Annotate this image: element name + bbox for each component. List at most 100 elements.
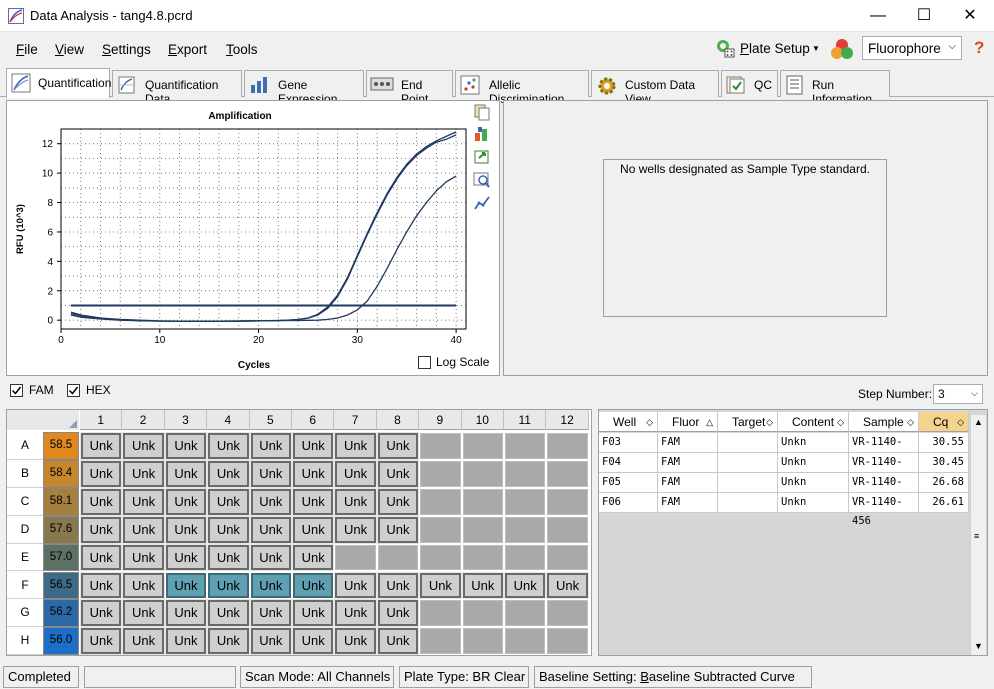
well[interactable]: Unk xyxy=(164,459,208,488)
row-header[interactable]: B xyxy=(7,459,43,488)
well[interactable]: Unk xyxy=(122,432,165,460)
menu-view[interactable]: View xyxy=(55,42,84,57)
well[interactable]: Unk xyxy=(546,571,589,600)
well-empty[interactable] xyxy=(505,488,546,515)
well-selected[interactable]: Unk xyxy=(293,572,334,599)
well[interactable]: Unk xyxy=(164,515,208,544)
tab-run-information[interactable]: Run Information xyxy=(780,70,890,106)
well-empty[interactable] xyxy=(505,544,546,571)
well[interactable]: Unk xyxy=(376,459,420,488)
well-empty[interactable] xyxy=(420,433,461,459)
tab-end-point[interactable]: End Point xyxy=(366,70,453,106)
well-selected[interactable]: Unk xyxy=(165,572,207,599)
zoom-chart-icon[interactable] xyxy=(473,171,491,189)
well[interactable]: Unk xyxy=(122,627,165,656)
column-header-fluor[interactable]: Fluor △ xyxy=(658,412,718,432)
well-empty[interactable] xyxy=(462,488,503,515)
table-cell-well[interactable]: F06 xyxy=(599,493,658,513)
well-empty[interactable] xyxy=(462,433,503,459)
well-empty[interactable] xyxy=(505,516,546,543)
tab-quantification-data[interactable]: Quantification Data xyxy=(112,70,242,106)
well-empty[interactable] xyxy=(420,488,461,515)
well[interactable]: Unk xyxy=(376,627,420,656)
well-empty[interactable] xyxy=(462,600,503,627)
well[interactable]: Unk xyxy=(291,543,335,572)
tab-custom-data-view[interactable]: Custom Data View xyxy=(591,70,719,106)
well[interactable]: Unk xyxy=(334,515,377,544)
well[interactable]: Unk xyxy=(164,599,208,628)
column-header-cq[interactable]: Cq ◇ xyxy=(919,412,969,432)
well-empty[interactable] xyxy=(547,544,588,571)
tab-qc[interactable]: QC xyxy=(721,70,778,97)
log-scale-checkbox[interactable] xyxy=(418,356,431,369)
well[interactable]: Unk xyxy=(334,571,377,600)
table-cell-well[interactable]: F05 xyxy=(599,473,658,493)
curve-fit-icon[interactable] xyxy=(473,194,491,212)
table-cell-target[interactable] xyxy=(718,493,778,513)
well-selected[interactable]: Unk xyxy=(250,572,291,599)
plate-setup-button[interactable]: Plate Setup ▼ xyxy=(712,36,822,62)
row-header[interactable]: C xyxy=(7,487,43,516)
step-number-select[interactable]: 3 ⌵ xyxy=(933,384,983,404)
well[interactable]: Unk xyxy=(122,543,165,572)
column-header[interactable]: 9 xyxy=(419,410,462,430)
column-header-well[interactable]: Well ◇ xyxy=(599,412,658,432)
tab-gene-expression[interactable]: Gene Expression xyxy=(244,70,364,106)
well[interactable]: Unk xyxy=(291,459,335,488)
table-cell-content[interactable]: Unkn xyxy=(778,433,849,453)
well[interactable]: Unk xyxy=(164,627,208,656)
row-header[interactable]: A xyxy=(7,432,43,460)
table-cell-cq[interactable]: 26.68 xyxy=(919,473,969,493)
well[interactable]: Unk xyxy=(334,459,377,488)
well[interactable]: Unk xyxy=(79,459,123,488)
well-empty[interactable] xyxy=(547,600,588,627)
table-scrollbar[interactable]: ▲ ≡ ▼ xyxy=(970,415,986,655)
fam-checkbox[interactable] xyxy=(10,384,23,397)
scroll-down-icon[interactable]: ▼ xyxy=(974,641,983,651)
table-cell-sample[interactable]: VR-1140-456 xyxy=(849,453,919,487)
well[interactable]: Unk xyxy=(207,487,250,516)
well[interactable]: Unk xyxy=(334,432,377,460)
well-empty[interactable] xyxy=(420,516,461,543)
column-header[interactable]: 7 xyxy=(334,410,377,430)
table-cell-well[interactable]: F04 xyxy=(599,453,658,473)
well[interactable]: Unk xyxy=(207,627,250,656)
well[interactable]: Unk xyxy=(122,571,165,600)
table-cell-cq[interactable]: 30.45 xyxy=(919,453,969,473)
well[interactable]: Unk xyxy=(291,627,335,656)
well[interactable]: Unk xyxy=(249,432,292,460)
row-header[interactable]: D xyxy=(7,515,43,544)
well[interactable]: Unk xyxy=(164,487,208,516)
table-cell-cq[interactable]: 26.61 xyxy=(919,493,969,513)
close-button[interactable]: ✕ xyxy=(960,6,980,26)
export-chart-icon[interactable] xyxy=(473,148,491,166)
well[interactable]: Unk xyxy=(79,487,123,516)
well[interactable]: Unk xyxy=(249,487,292,516)
help-icon[interactable]: ? xyxy=(974,38,984,58)
table-cell-fluor[interactable]: FAM xyxy=(658,493,718,513)
well-empty[interactable] xyxy=(547,628,588,655)
well[interactable]: Unk xyxy=(122,599,165,628)
well[interactable]: Unk xyxy=(376,571,420,600)
menu-export[interactable]: Export xyxy=(168,42,207,57)
column-header[interactable]: 3 xyxy=(164,410,208,430)
well-empty[interactable] xyxy=(420,628,461,655)
scroll-up-icon[interactable]: ▲ xyxy=(974,417,983,427)
well[interactable]: Unk xyxy=(122,515,165,544)
table-cell-target[interactable] xyxy=(718,473,778,493)
well[interactable]: Unk xyxy=(376,599,420,628)
well-empty[interactable] xyxy=(505,460,546,487)
well[interactable]: Unk xyxy=(291,515,335,544)
well[interactable]: Unk xyxy=(334,599,377,628)
table-cell-fluor[interactable]: FAM xyxy=(658,433,718,453)
table-cell-content[interactable]: Unkn xyxy=(778,493,849,513)
column-header[interactable]: 1 xyxy=(80,410,123,430)
well[interactable]: Unk xyxy=(164,432,208,460)
table-cell-sample[interactable]: VR-1140-456 xyxy=(849,493,919,527)
menu-tools[interactable]: Tools xyxy=(226,42,258,57)
well[interactable]: Unk xyxy=(419,571,462,600)
table-cell-fluor[interactable]: FAM xyxy=(658,473,718,493)
column-header[interactable]: 5 xyxy=(249,410,292,430)
well-color-icon[interactable] xyxy=(829,37,855,61)
column-header[interactable]: 12 xyxy=(546,410,589,430)
